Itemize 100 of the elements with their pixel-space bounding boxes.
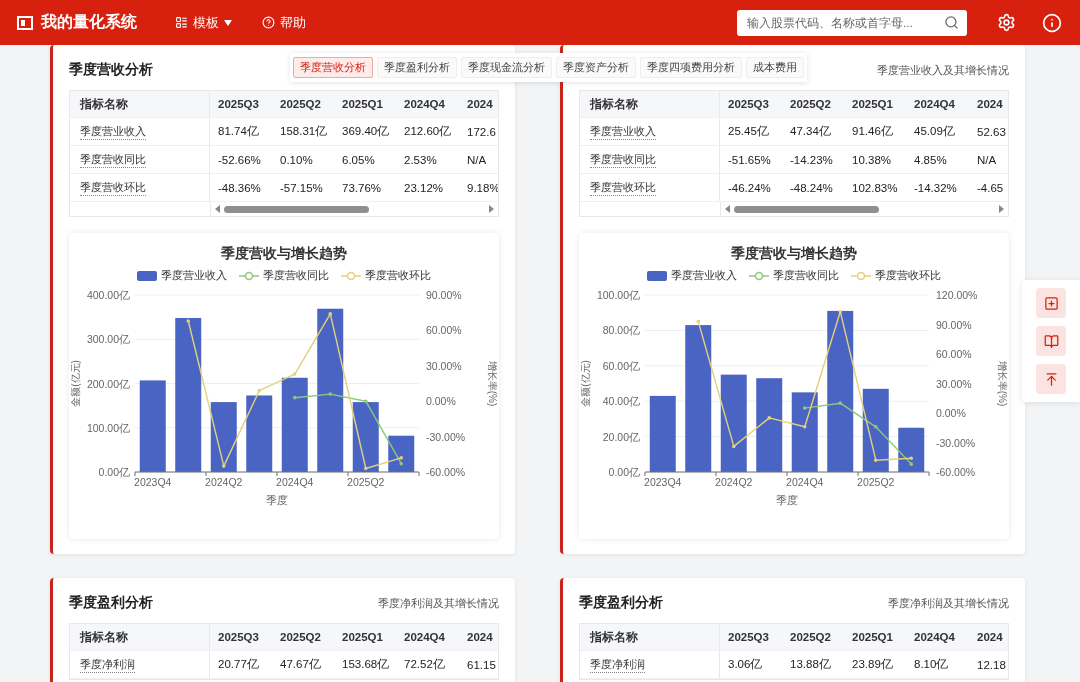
data-point (767, 416, 772, 420)
column-header: 2025Q2 (279, 97, 322, 112)
app-title: 我的量化系统 (41, 12, 137, 32)
table-cell-text: 102.83% (851, 180, 899, 196)
data-point (186, 319, 191, 323)
axis-label: 60.00% (426, 324, 462, 337)
column-header: 2024Q4 (403, 97, 446, 112)
top-button[interactable] (1036, 364, 1066, 394)
column-header: 2024Q4 (913, 97, 956, 112)
axis-label: 2023Q4 (134, 476, 172, 488)
axis-label: -30.00% (426, 430, 466, 443)
axis-label: 30.00% (426, 359, 462, 372)
table-cell-text: 153.68亿 (341, 657, 391, 672)
table-cell-text: 8.10亿 (913, 657, 950, 672)
section-tab[interactable]: 季度资产分析 (556, 57, 636, 78)
scroll-right-icon[interactable] (999, 205, 1004, 213)
table-cell-text: 45.09亿 (913, 124, 956, 139)
axis-title: 金额(亿元) (580, 360, 591, 407)
data-point (292, 372, 297, 376)
row-label: 季度营收同比 (80, 151, 146, 168)
list-icon (175, 16, 188, 29)
search-field[interactable]: 输入股票代码、名称或首字母... (737, 9, 967, 36)
scroll-right-icon[interactable] (489, 205, 494, 213)
book-button[interactable] (1036, 326, 1066, 356)
add-button[interactable] (1036, 288, 1066, 318)
axis-label: 90.00% (936, 318, 972, 331)
axis-label: 200.00亿 (86, 377, 130, 390)
data-point (838, 309, 843, 314)
card-subtitle: 季度净利润及其增长情况 (888, 595, 1009, 611)
section-tab[interactable]: 季度营收分析 (293, 57, 373, 78)
axis-label: -60.00% (936, 466, 976, 478)
axis-label: 30.00% (936, 377, 972, 390)
column-header: 2024Q4 (403, 630, 446, 645)
table-cell-text: 25.45亿 (727, 124, 770, 139)
axis-label: 80.00亿 (602, 324, 640, 337)
axis-label: 0.00% (936, 407, 966, 419)
data-point (838, 401, 843, 405)
section-tab[interactable]: 季度四项费用分析 (640, 57, 742, 78)
table-cell-text: 2.53% (403, 152, 438, 168)
section-tab[interactable]: 成本费用 (746, 57, 804, 78)
axis-label: 2025Q2 (347, 476, 385, 488)
section-tab[interactable]: 季度现金流分析 (461, 57, 552, 78)
column-header: 指标名称 (580, 624, 720, 650)
search-icon[interactable] (944, 15, 959, 30)
logo-icon (17, 15, 33, 30)
axis-label: 0.00% (426, 395, 456, 408)
row-label: 季度营业收入 (80, 123, 146, 140)
bar (210, 402, 237, 472)
column-header: 2024 (976, 97, 1004, 112)
table-cell-text: -14.23% (789, 152, 834, 168)
table-cell-text: -46.24% (727, 180, 772, 196)
table-cell-text: 61.15 (466, 657, 497, 673)
table-cell-text: 12.18 (976, 657, 1007, 673)
table-cell-text: 20.77亿 (217, 657, 260, 672)
card-title: 季度盈利分析 (69, 594, 153, 612)
row-label: 季度营收环比 (590, 179, 656, 196)
column-header: 2025Q1 (851, 97, 894, 112)
column-header: 2025Q3 (217, 97, 260, 112)
section-tab[interactable]: 季度盈利分析 (377, 57, 457, 78)
axis-label: 100.00亿 (596, 289, 640, 301)
axis-label: 0.00亿 (608, 466, 640, 478)
legend-label: 季度营业收入 (161, 269, 227, 283)
table-cell-text: 158.31亿 (279, 124, 329, 139)
axis-label: 2024Q2 (715, 476, 753, 488)
scroll-left-icon[interactable] (725, 205, 730, 213)
column-header: 指标名称 (70, 91, 210, 117)
table-cell-text: -48.24% (789, 180, 834, 196)
table-cell-text: 212.60亿 (403, 124, 453, 139)
table-cell-text: 23.89亿 (851, 657, 894, 672)
row-label: 季度营收同比 (590, 151, 656, 168)
axis-title: 增长率(%) (487, 360, 498, 407)
table-cell-text: 47.67亿 (279, 657, 322, 672)
column-header: 指标名称 (580, 91, 720, 117)
table-cell-text: 47.34亿 (789, 124, 832, 139)
axis-label: 40.00亿 (602, 395, 640, 408)
axis-label: 2024Q4 (786, 476, 824, 488)
info-icon[interactable] (1042, 12, 1062, 33)
help-link[interactable]: 帮助 (262, 13, 306, 32)
axis-label: 60.00亿 (602, 359, 640, 372)
data-point (802, 406, 807, 410)
column-header: 2025Q3 (727, 97, 770, 112)
table-cell-text: N/A (976, 152, 998, 168)
column-header: 2025Q2 (789, 97, 832, 112)
column-header: 2024 (466, 97, 494, 112)
menu-dropdown[interactable]: 模板 (175, 13, 232, 32)
settings-icon[interactable] (997, 13, 1016, 32)
scroll-left-icon[interactable] (215, 205, 220, 213)
table-cell-text: -4.65 (976, 180, 1005, 196)
table-cell-text: 52.63 (976, 124, 1007, 140)
legend-label: 季度营收同比 (263, 269, 329, 283)
column-header: 2025Q3 (217, 630, 260, 645)
data-point (731, 444, 736, 449)
table-cell-text: 10.38% (851, 152, 892, 168)
plus-square-icon (1043, 295, 1059, 311)
axis-label: -30.00% (936, 436, 976, 449)
data-point (696, 319, 701, 324)
data-point (363, 466, 368, 471)
table-cell-text: -52.66% (217, 152, 262, 168)
legend-label: 季度营收环比 (365, 269, 431, 283)
table-cell-text: 23.12% (403, 180, 444, 196)
